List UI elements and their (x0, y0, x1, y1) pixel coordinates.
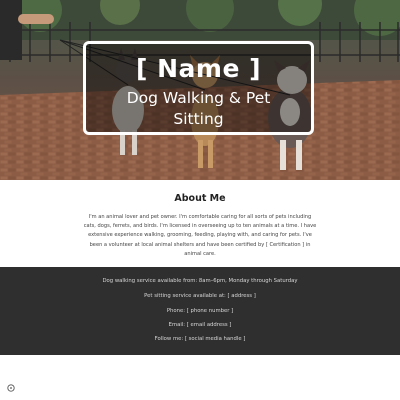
contact-section: Dog walking service available from: 8am–… (0, 267, 400, 355)
about-section: About Me I'm an animal lover and pet own… (0, 180, 400, 267)
social-text: Follow me: [ social media handle ] (154, 336, 246, 342)
phone-text: Phone: [ phone number ] (166, 308, 234, 314)
about-title: About Me (174, 193, 226, 204)
info-icon[interactable] (7, 384, 15, 392)
about-body: I'm an animal lover and pet owner. I'm c… (83, 214, 317, 257)
hero-section: [ Name ] Dog Walking & Pet Sitting (0, 0, 400, 180)
hero-name: [ Name ] (135, 54, 262, 83)
hero-tagline: Dog Walking & Pet Sitting (126, 89, 271, 128)
email-text: Email: [ email address ] (168, 322, 232, 328)
walking-hours-text: Dog walking service available from: 8am–… (102, 278, 298, 284)
sitting-location-text: Pet sitting service available at: [ addr… (144, 293, 256, 299)
hero-title-card: [ Name ] Dog Walking & Pet Sitting (83, 41, 314, 135)
page-bottom (0, 355, 400, 400)
